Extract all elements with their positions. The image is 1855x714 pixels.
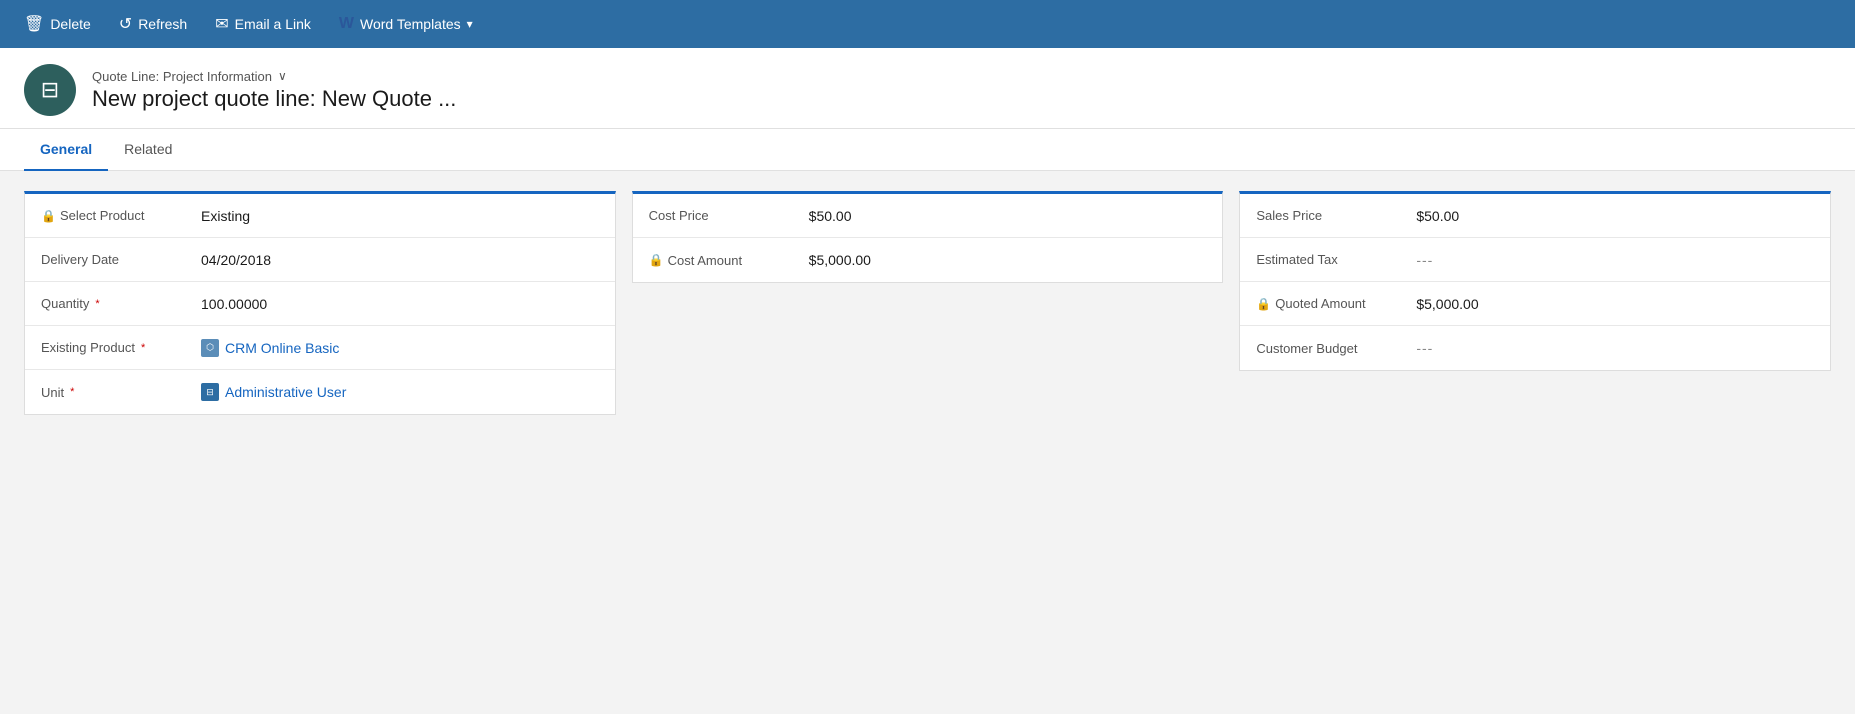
lock-icon: 🔒 — [649, 253, 664, 267]
word-icon: W — [339, 15, 354, 33]
required-star: * — [70, 386, 74, 398]
field-value-select-product: Existing — [201, 208, 250, 224]
cube-icon: ⬡ — [201, 339, 219, 357]
field-value-sales-price: $50.00 — [1416, 208, 1459, 224]
delete-icon: 🗑 — [24, 14, 44, 34]
breadcrumb-label: Quote Line: Project Information — [92, 69, 272, 84]
field-row: 🔒 Select Product Existing — [25, 194, 615, 238]
delete-button[interactable]: 🗑 Delete — [12, 6, 103, 42]
refresh-button[interactable]: ↺ Refresh — [107, 6, 199, 42]
header: ⊟ Quote Line: Project Information ∨ New … — [0, 48, 1855, 129]
field-label-unit: Unit * — [41, 385, 201, 400]
field-value-estimated-tax: --- — [1416, 252, 1433, 268]
field-label-select-product: 🔒 Select Product — [41, 208, 201, 223]
field-label-estimated-tax: Estimated Tax — [1256, 252, 1416, 267]
field-label-sales-price: Sales Price — [1256, 208, 1416, 223]
field-label-cost-amount: 🔒 Cost Amount — [649, 253, 809, 268]
cards-row: 🔒 Select Product Existing Delivery Date … — [24, 191, 1831, 415]
field-label-cost-price: Cost Price — [649, 208, 809, 223]
field-value-existing-product[interactable]: ⬡ CRM Online Basic — [201, 339, 339, 357]
tabs-bar: General Related — [0, 129, 1855, 171]
lock-icon: 🔒 — [1256, 297, 1271, 311]
tab-related[interactable]: Related — [108, 129, 188, 171]
field-row: Delivery Date 04/20/2018 — [25, 238, 615, 282]
field-value-quantity[interactable]: 100.00000 — [201, 296, 267, 312]
required-star: * — [95, 298, 99, 310]
field-row: Quantity * 100.00000 — [25, 282, 615, 326]
field-row: Customer Budget --- — [1240, 326, 1830, 370]
refresh-icon: ↺ — [119, 14, 132, 34]
entity-icon: ⊟ — [201, 383, 219, 401]
card-right: Sales Price $50.00 Estimated Tax --- 🔒 Q… — [1239, 191, 1831, 371]
breadcrumb-chevron[interactable]: ∨ — [278, 69, 287, 83]
field-row: 🔒 Cost Amount $5,000.00 — [633, 238, 1223, 282]
page-title: New project quote line: New Quote ... — [92, 86, 456, 112]
tab-general[interactable]: General — [24, 129, 108, 171]
field-value-cost-price: $50.00 — [809, 208, 852, 224]
main-content: 🔒 Select Product Existing Delivery Date … — [0, 171, 1855, 707]
header-text: Quote Line: Project Information ∨ New pr… — [92, 69, 456, 112]
card-left: 🔒 Select Product Existing Delivery Date … — [24, 191, 616, 415]
field-row: Unit * ⊟ Administrative User — [25, 370, 615, 414]
field-value-delivery-date[interactable]: 04/20/2018 — [201, 252, 271, 268]
field-row: 🔒 Quoted Amount $5,000.00 — [1240, 282, 1830, 326]
toolbar: 🗑 Delete ↺ Refresh ✉ Email a Link W Word… — [0, 0, 1855, 48]
avatar-icon: ⊟ — [41, 77, 59, 103]
required-star: * — [141, 342, 145, 354]
field-label-quoted-amount: 🔒 Quoted Amount — [1256, 296, 1416, 311]
field-label-quantity: Quantity * — [41, 296, 201, 311]
email-icon: ✉ — [215, 14, 228, 34]
field-row: Estimated Tax --- — [1240, 238, 1830, 282]
lock-icon: 🔒 — [41, 209, 56, 223]
word-templates-button[interactable]: W Word Templates ▾ — [327, 6, 485, 42]
field-value-cost-amount: $5,000.00 — [809, 252, 871, 268]
email-link-button[interactable]: ✉ Email a Link — [203, 6, 323, 42]
field-label-existing-product: Existing Product * — [41, 340, 201, 355]
card-middle: Cost Price $50.00 🔒 Cost Amount $5,000.0… — [632, 191, 1224, 283]
field-label-delivery-date: Delivery Date — [41, 252, 201, 267]
field-label-customer-budget: Customer Budget — [1256, 341, 1416, 356]
avatar: ⊟ — [24, 64, 76, 116]
field-value-quoted-amount: $5,000.00 — [1416, 296, 1478, 312]
chevron-down-icon: ▾ — [467, 17, 473, 31]
field-value-unit[interactable]: ⊟ Administrative User — [201, 383, 346, 401]
field-row: Cost Price $50.00 — [633, 194, 1223, 238]
breadcrumb: Quote Line: Project Information ∨ — [92, 69, 456, 84]
field-row: Existing Product * ⬡ CRM Online Basic — [25, 326, 615, 370]
field-value-customer-budget: --- — [1416, 340, 1433, 356]
field-row: Sales Price $50.00 — [1240, 194, 1830, 238]
